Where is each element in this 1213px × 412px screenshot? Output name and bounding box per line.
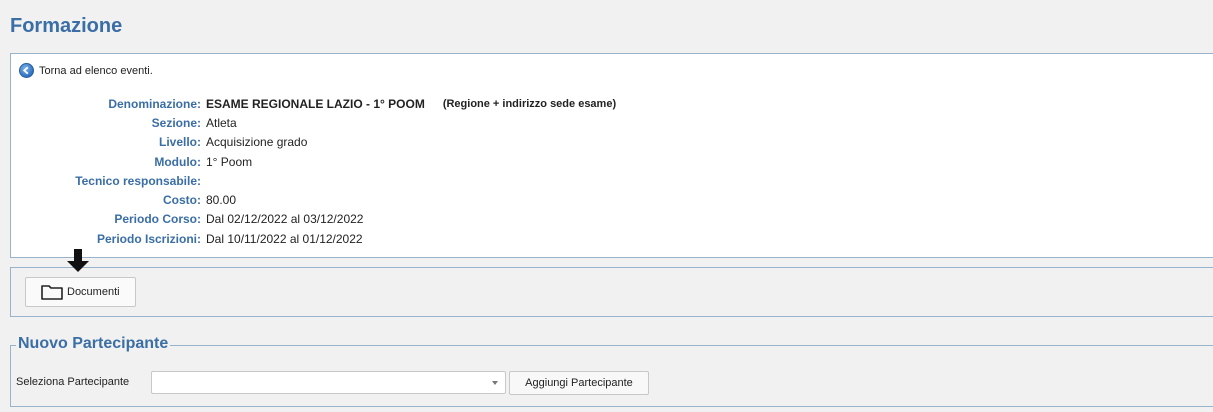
event-details-panel: Torna ad elenco eventi. Denominazione: E… xyxy=(10,53,1213,258)
back-link-label[interactable]: Torna ad elenco eventi. xyxy=(39,65,153,77)
new-participant-section: Nuovo Partecipante Seleziona Partecipant… xyxy=(10,335,1213,407)
documents-button[interactable]: Documenti xyxy=(25,277,136,307)
detail-row-denominazione: Denominazione: ESAME REGIONALE LAZIO - 1… xyxy=(11,94,616,113)
detail-label: Periodo Corso: xyxy=(114,212,201,227)
detail-label: Costo: xyxy=(163,193,201,208)
documents-button-label[interactable]: Documenti xyxy=(67,286,120,298)
folder-icon xyxy=(41,284,63,300)
detail-row-periodo-iscrizioni: Periodo Iscrizioni: Dal 10/11/2022 al 01… xyxy=(11,229,616,248)
detail-value: Atleta xyxy=(206,115,237,130)
new-participant-legend: Nuovo Partecipante xyxy=(16,335,171,353)
detail-row-periodo-corso: Periodo Corso: Dal 02/12/2022 al 03/12/2… xyxy=(11,210,616,229)
back-to-events-link[interactable]: Torna ad elenco eventi. xyxy=(19,63,153,78)
detail-value: Dal 10/11/2022 al 01/12/2022 xyxy=(206,231,363,246)
detail-value: Acquisizione grado xyxy=(206,135,308,150)
detail-label: Sezione: xyxy=(151,115,201,130)
detail-value: ESAME REGIONALE LAZIO - 1° POOM xyxy=(206,96,425,111)
event-details-list: Denominazione: ESAME REGIONALE LAZIO - 1… xyxy=(11,94,616,248)
participant-select[interactable] xyxy=(151,371,506,394)
detail-row-modulo: Modulo: 1° Poom xyxy=(11,152,616,171)
select-participant-label: Seleziona Partecipante xyxy=(16,376,130,388)
detail-row-sezione: Sezione: Atleta xyxy=(11,113,616,132)
detail-value: 80.00 xyxy=(206,193,237,208)
detail-value: Dal 02/12/2022 al 03/12/2022 xyxy=(206,212,364,227)
down-arrow-icon xyxy=(66,249,90,273)
detail-label: Livello: xyxy=(158,135,201,150)
detail-value: 1° Poom xyxy=(206,154,253,169)
detail-row-livello: Livello: Acquisizione grado xyxy=(11,133,616,152)
detail-row-tecnico: Tecnico responsabile: xyxy=(11,171,616,190)
documents-panel: Documenti xyxy=(10,267,1213,317)
detail-label: Tecnico responsabile: xyxy=(75,173,201,188)
detail-row-costo: Costo: 80.00 xyxy=(11,190,616,209)
back-arrow-circle-icon[interactable] xyxy=(19,63,34,78)
dropdown-arrow-icon[interactable] xyxy=(492,381,498,385)
detail-label: Periodo Iscrizioni: xyxy=(96,231,201,246)
detail-label: Modulo: xyxy=(154,154,201,169)
detail-label: Denominazione: xyxy=(108,96,201,111)
detail-note: (Regione + indirizzo sede esame) xyxy=(442,97,617,110)
add-participant-button[interactable]: Aggiungi Partecipante xyxy=(509,371,649,395)
page-title: Formazione xyxy=(10,15,123,37)
